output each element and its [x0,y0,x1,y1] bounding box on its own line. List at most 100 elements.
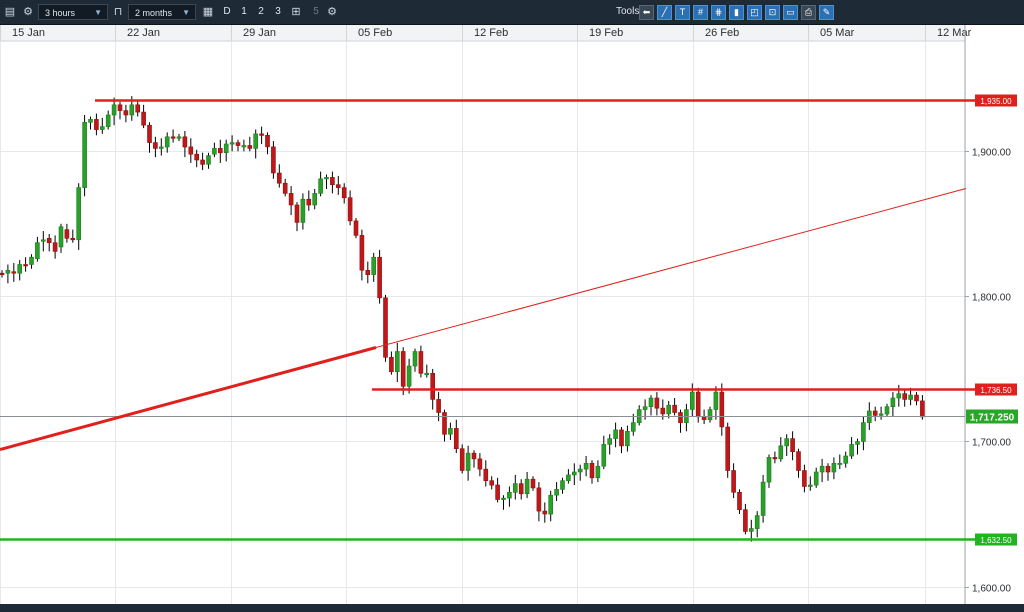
candle-body-down [294,204,300,223]
level-tag-label: 1,935.00 [980,97,1012,106]
candle-body-down [442,412,447,435]
price-chart[interactable]: 15 Jan 22 Jan 29 Jan 05 Feb 12 Feb 19 Feb 26 F… [0,25,1024,604]
candle-body-up [843,455,849,464]
candle [377,249,382,304]
range-select[interactable]: 2 months ▼ [128,4,196,20]
candle-body-down [335,184,341,188]
candle-body-down [153,142,158,149]
settings-gear-icon[interactable]: ⚙ [20,4,36,20]
period-button-1[interactable]: 1 [239,4,249,20]
interval-select[interactable]: 3 hours ▼ [38,4,108,20]
candle-body-down [654,397,660,409]
candle-body-up [554,489,559,496]
candle-body-down [11,271,17,274]
candle-icon[interactable]: ▮ [729,5,744,20]
date-label: 19 Feb [589,27,623,39]
draw-tools-icon[interactable]: ✎ [819,5,834,20]
lock-icon[interactable]: ⊓ [110,4,126,20]
candle-body-up [689,391,695,410]
period-button-3[interactable]: 3 [273,4,283,20]
date-label: 15 Jan [12,27,45,39]
candle-body-down [135,104,140,113]
period-button-5[interactable]: 5 [311,4,321,20]
candle-body-up [241,145,247,148]
candle-body-up [111,104,117,116]
candle-body-up [861,422,866,442]
candle-body-up [642,406,648,410]
candle [383,294,388,362]
period-button-d[interactable]: D [222,4,232,20]
gear-icon[interactable]: ⚙ [324,4,340,20]
candle-body-down [477,458,483,470]
trendline-icon[interactable]: ╱ [657,5,672,20]
candle-body-down [70,238,76,241]
level-tag-label: 1,632.50 [980,536,1012,545]
candle-body-up [17,264,23,274]
candle-body-up [312,193,318,206]
print-icon[interactable]: ⎙ [801,5,816,20]
candle-body-down [418,351,424,374]
candle-body-up [630,422,636,432]
candle-body-down [365,270,371,276]
candle-body-up [88,119,93,123]
layout-icon[interactable]: ▤ [2,4,18,20]
candle-body-down [347,197,353,222]
candle-body-up [371,256,377,275]
candle-body-up [577,468,583,473]
date-label: 29 Jan [243,27,276,39]
candle-body-down [52,242,58,252]
candle-body-up [890,397,896,407]
candle-body-down [743,509,748,532]
candle [353,218,359,239]
candle-body-down [23,264,28,267]
candle-body-up [707,409,713,421]
candle-body-down [46,238,52,244]
candle-body-up [766,457,772,483]
candle [76,183,81,250]
back-arrow-icon[interactable]: ⬅ [639,5,654,20]
candle-body-down [672,404,677,413]
fibonacci-icon[interactable]: ⋕ [711,5,726,20]
tools-label: Tools [616,6,640,17]
candle-body-up [465,452,471,471]
candle-body-up [548,494,554,515]
candle-body-down [247,145,253,149]
calendar-icon[interactable]: ▦ [200,4,216,20]
period-button-2[interactable]: 2 [256,4,266,20]
candle-body-up [607,438,613,445]
candle-body-down [123,110,129,116]
candle-body-up [206,155,211,165]
candle-body-down [902,393,908,400]
candle [82,115,87,197]
candle-body-up [507,491,512,499]
candle-body-down [483,468,489,482]
candle-body-up [501,497,506,500]
text-tool-icon[interactable]: T [675,5,690,20]
candle-body-down [430,372,436,400]
candle-body-up [318,178,323,194]
candle-body-up [229,142,235,145]
candle-body-up [748,528,754,532]
candle-body-up [253,133,258,149]
label-icon[interactable]: ▭ [783,5,798,20]
measure-icon[interactable]: ⊡ [765,5,780,20]
candle-body-up [512,483,518,493]
grid-icon[interactable]: # [693,5,708,20]
candle-body-down [383,297,388,358]
candle-body-up [583,462,589,470]
candle-body-down [276,172,282,184]
candle-body-down [377,256,382,299]
candle-body-down [265,135,270,148]
candle-body-down [330,177,335,185]
candle-body-down [471,452,477,460]
candle-body-down [872,410,878,416]
shapes-icon[interactable]: ◰ [747,5,762,20]
candle-body-up [212,148,217,155]
candle-body-down [194,153,199,161]
candle-style-icon[interactable]: ⊞ [288,4,304,20]
candle-body-down [796,451,801,471]
candle-body-up [100,126,105,130]
candle-body-up [849,444,854,457]
candle-body-up [5,270,11,274]
candle-body-down [306,198,312,206]
